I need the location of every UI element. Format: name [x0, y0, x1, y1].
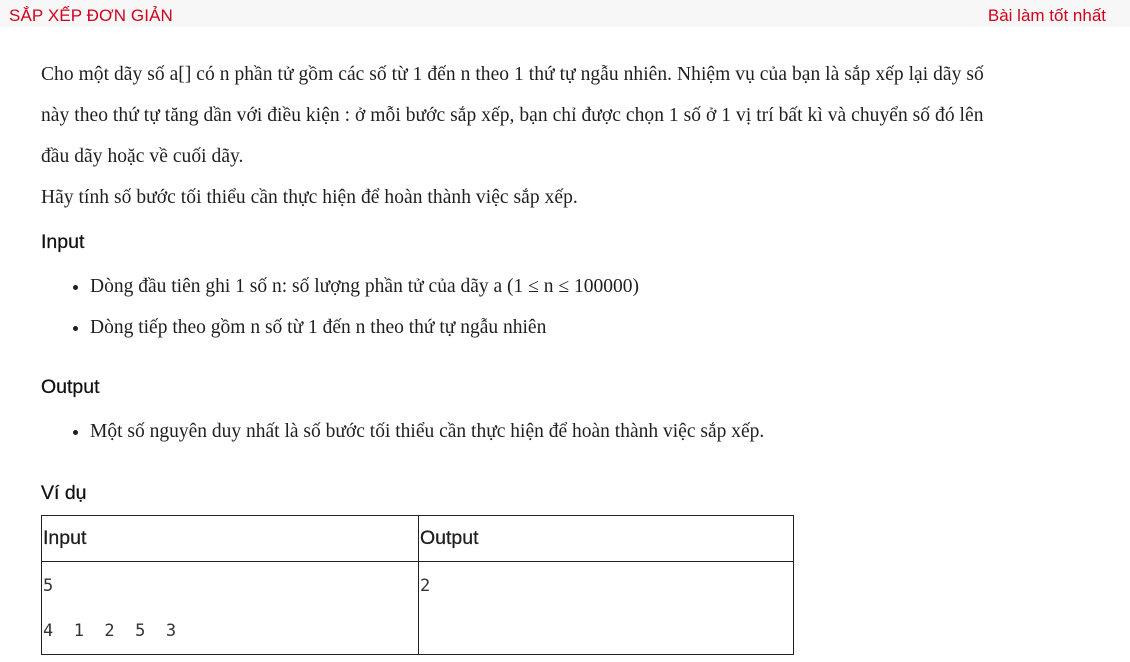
list-item: Dòng tiếp theo gồm n số từ 1 đến n theo …: [90, 307, 639, 348]
table-header-row: Input Output: [41, 515, 794, 562]
example-output-cell: 2: [418, 561, 794, 655]
example-input-cell: 5 4 1 2 5 3: [41, 561, 419, 655]
example-output-line-1: 2: [420, 576, 431, 596]
input-list: Dòng đầu tiên ghi 1 số n: số lượng phần …: [41, 266, 639, 348]
example-input-line-2: 4 1 2 5 3: [43, 621, 177, 641]
column-header-input: Input: [41, 515, 419, 562]
list-item: Một số nguyên duy nhất là số bước tối th…: [90, 411, 764, 452]
output-heading: Output: [41, 376, 100, 398]
problem-title: SẮP XẾP ĐƠN GIẢN: [9, 6, 173, 25]
column-header-output-label: Output: [420, 527, 479, 549]
example-heading: Ví dụ: [41, 482, 87, 504]
description-line-3: đầu dãy hoặc về cuối dãy.: [41, 146, 244, 167]
description-line-2: này theo thứ tự tăng dần với điều kiện :…: [41, 105, 984, 126]
best-submissions-link[interactable]: Bài làm tốt nhất: [988, 6, 1106, 26]
column-header-input-label: Input: [43, 527, 87, 549]
example-table: Input Output 5 4 1 2 5 3 2: [41, 515, 794, 655]
column-header-output: Output: [418, 515, 794, 562]
list-item: Dòng đầu tiên ghi 1 số n: số lượng phần …: [90, 266, 639, 307]
example-input-line-1: 5: [43, 576, 54, 596]
problem-description: Cho một dãy số a[] có n phần tử gồm các …: [41, 54, 984, 218]
input-heading: Input: [41, 231, 85, 253]
description-line-4: Hãy tính số bước tối thiểu cần thực hiện…: [41, 187, 578, 208]
header-bar: SẮP XẾP ĐƠN GIẢN Bài làm tốt nhất: [0, 0, 1130, 27]
output-list: Một số nguyên duy nhất là số bước tối th…: [41, 411, 764, 452]
table-row: 5 4 1 2 5 3 2: [41, 561, 794, 655]
description-line-1: Cho một dãy số a[] có n phần tử gồm các …: [41, 64, 984, 85]
